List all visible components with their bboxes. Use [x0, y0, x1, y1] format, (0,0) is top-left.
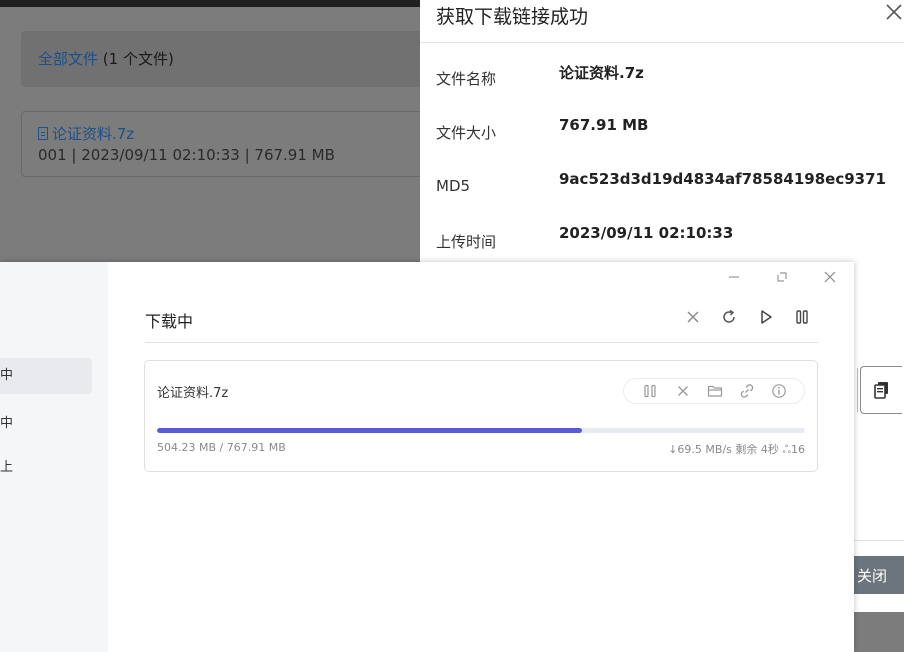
file-meta: 001 | 2023/09/11 02:10:33 | 767.91 MB	[38, 146, 335, 164]
sidebar-item-completed[interactable]: 上	[0, 456, 13, 475]
dm-sidebar: 中 中 上	[0, 262, 108, 652]
copy-link-button[interactable]	[860, 366, 902, 414]
copy-icon	[873, 382, 888, 399]
download-task[interactable]: 论证资料.7z 504.23 MB / 767.91 MB ↓69.5 MB/s…	[144, 360, 818, 472]
file-icon	[38, 126, 48, 140]
minimize-icon[interactable]	[725, 268, 743, 286]
folder-icon[interactable]	[707, 383, 723, 399]
progress-bar	[157, 428, 805, 433]
task-stats: ↓69.5 MB/s 剩余 4秒 ஃ16	[668, 443, 805, 456]
value-md5: 9ac523d3d19d4834af78584198ec9371	[559, 170, 886, 188]
section-title: 下载中	[145, 312, 194, 331]
file-name-link[interactable]: 论证资料.7z	[52, 123, 134, 144]
breadcrumb-file-count: (1 个文件)	[102, 50, 174, 68]
label-md5: MD5	[436, 177, 471, 195]
cancel-all-icon[interactable]	[684, 308, 702, 326]
value-upload-time: 2023/09/11 02:10:33	[559, 224, 734, 242]
label-file-name: 文件名称	[436, 70, 497, 88]
panel-title: 获取下载链接成功	[436, 6, 589, 28]
link-input-edge	[857, 368, 858, 412]
refresh-icon[interactable]	[720, 308, 738, 326]
resume-all-icon[interactable]	[757, 308, 775, 326]
footer-divider	[854, 540, 904, 541]
progress-fill	[157, 428, 583, 433]
breadcrumb: 全部文件 (1 个文件)	[21, 31, 441, 87]
sidebar-item-waiting[interactable]: 中	[0, 412, 13, 431]
label-file-size: 文件大小	[436, 124, 497, 142]
sidebar-item-downloading[interactable]: 中	[0, 358, 92, 394]
file-list-item[interactable]: 论证资料.7z 001 | 2023/09/11 02:10:33 | 767.…	[21, 111, 441, 177]
value-file-name: 论证资料.7z	[559, 64, 644, 82]
section-divider	[145, 342, 818, 343]
info-icon[interactable]	[771, 383, 787, 399]
maximize-icon[interactable]	[773, 268, 791, 286]
pause-icon[interactable]	[642, 383, 658, 399]
download-manager-window: 中 中 上 下载中 论证资料.7z 504.23 MB / 767.91 MB …	[0, 262, 854, 652]
value-file-size: 767.91 MB	[559, 116, 649, 134]
panel-divider	[420, 42, 904, 43]
task-size: 504.23 MB / 767.91 MB	[157, 441, 286, 454]
breadcrumb-all-files-link[interactable]: 全部文件	[38, 50, 98, 68]
pause-all-icon[interactable]	[793, 308, 811, 326]
cancel-icon[interactable]	[675, 383, 691, 399]
label-upload-time: 上传时间	[436, 233, 497, 251]
task-file-name: 论证资料.7z	[157, 386, 229, 401]
panel-close-icon[interactable]	[884, 2, 904, 22]
task-actions	[623, 378, 805, 404]
window-close-icon[interactable]	[821, 268, 839, 286]
link-icon[interactable]	[739, 383, 755, 399]
